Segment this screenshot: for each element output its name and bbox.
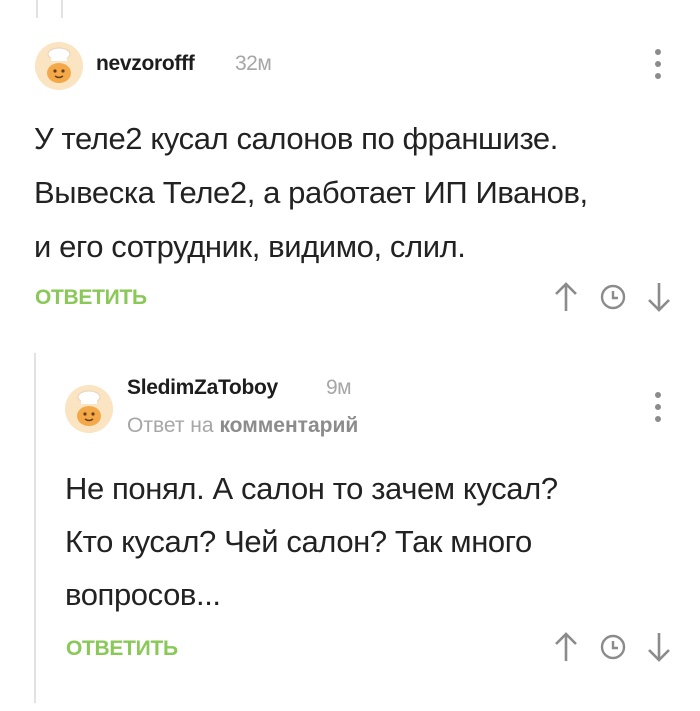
comment-time: 9м: [326, 376, 352, 399]
save-button[interactable]: [598, 632, 628, 666]
comment-text-line: Кто кусал? Чей салон? Так много: [65, 524, 532, 559]
reply-to-link[interactable]: комментарий: [219, 414, 358, 437]
reply-to-prefix: Ответ на: [127, 414, 214, 437]
reply-to-line: Ответ на комментарий: [127, 414, 358, 438]
arrow-down-icon: [648, 633, 670, 662]
vertical-dots-icon: [655, 392, 661, 398]
downvote-button[interactable]: [646, 630, 676, 664]
reply-button[interactable]: ОТВЕТИТЬ: [66, 637, 178, 661]
comment-text-line: вопросов...: [65, 577, 221, 612]
comment-text-line: Не понял. А салон то зачем кусал?: [65, 471, 558, 506]
reply-comment: SledimZaToboy 9м Ответ на комментарий Не…: [0, 0, 700, 711]
arrow-up-icon: [555, 632, 577, 661]
comment-menu-button[interactable]: [654, 392, 662, 422]
avatar[interactable]: [65, 385, 113, 433]
chef-avatar-icon: [65, 385, 113, 433]
username[interactable]: SledimZaToboy: [127, 376, 278, 400]
clock-icon: [600, 634, 626, 660]
upvote-button[interactable]: [553, 630, 583, 664]
